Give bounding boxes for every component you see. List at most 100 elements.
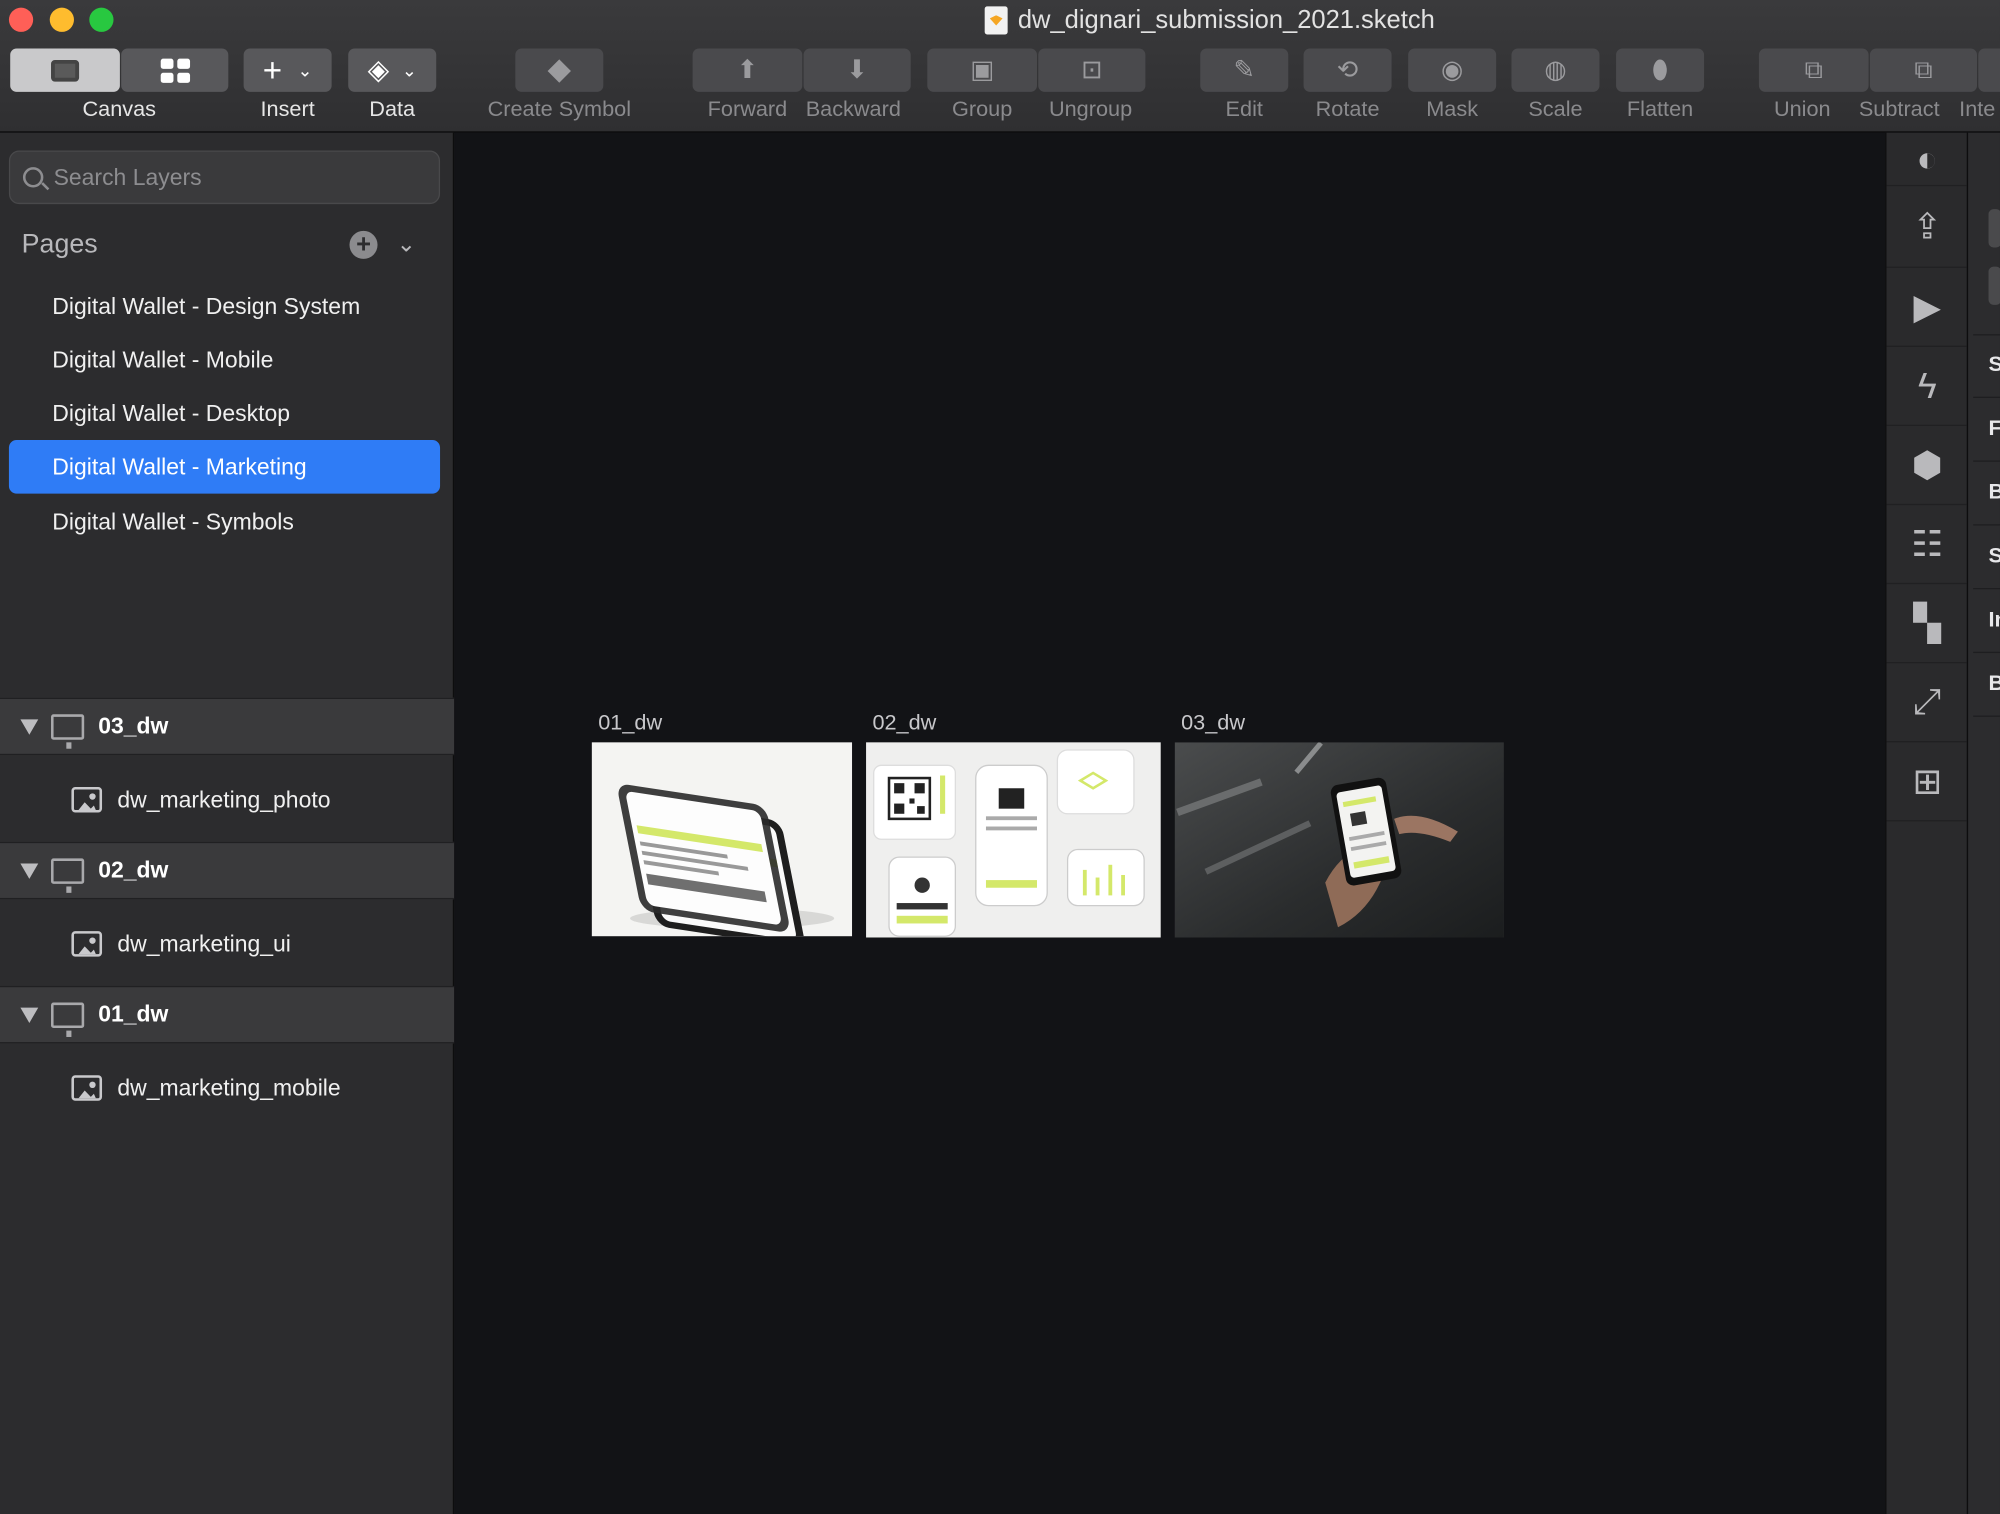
group-icon: ▣	[970, 56, 995, 85]
union-label: Union	[1773, 96, 1831, 122]
ungroup-label: Ungroup	[1048, 96, 1133, 122]
intersect-label: Inte	[1959, 96, 1996, 122]
disclosure-triangle-icon[interactable]	[20, 1007, 39, 1023]
flatten-button[interactable]: ⬮	[1616, 48, 1705, 92]
layer-group-01-dw[interactable]: 01_dw	[0, 985, 455, 1044]
data-button[interactable]: ◈ ⌄	[348, 48, 437, 92]
layer-label: dw_marketing_ui	[117, 930, 291, 956]
rotate-button[interactable]: ⟲	[1303, 48, 1392, 92]
disclosure-triangle-icon[interactable]	[20, 862, 39, 879]
edit-label: Edit	[1225, 96, 1263, 122]
inspector-divider	[1973, 588, 2000, 590]
ui-screens-mockup-image	[873, 749, 1145, 937]
scale-label: Scale	[1528, 96, 1583, 122]
close-window-button[interactable]	[8, 7, 34, 32]
disclosure-triangle-icon[interactable]	[20, 718, 39, 735]
canvas-view-button[interactable]	[10, 48, 120, 92]
forward-button[interactable]: ⬆	[692, 48, 803, 92]
grid-icon	[160, 58, 190, 83]
canvas-icon	[51, 59, 80, 81]
scale-icon: ◍	[1544, 56, 1567, 85]
backward-label: Backward	[805, 96, 901, 122]
symbol-diamond-icon: ◆	[547, 52, 572, 87]
inspector-divider	[1973, 460, 2000, 462]
layer-group-02-dw[interactable]: 02_dw	[0, 841, 455, 900]
inspector-section-label: In	[1988, 607, 2000, 632]
create-symbol-button[interactable]: ◆	[515, 48, 604, 92]
canvas[interactable]: 01_dw 02_dw 03_dw	[455, 132, 1886, 1514]
artboard-title-03-dw[interactable]: 03_dw	[1181, 710, 1245, 736]
artboard-03-dw[interactable]	[1174, 742, 1504, 938]
chevron-down-icon[interactable]: ⌄	[397, 231, 416, 258]
artboard-icon	[51, 857, 85, 893]
marketing-photo-image	[1174, 742, 1504, 938]
add-page-icon[interactable]: +	[349, 230, 378, 259]
inspector-divider	[1973, 334, 2000, 336]
ungroup-button[interactable]: ⊡	[1038, 48, 1146, 92]
artboard-title-01-dw[interactable]: 01_dw	[598, 710, 662, 736]
pages-header: Pages	[21, 229, 98, 259]
intersect-button[interactable]	[1978, 48, 2000, 92]
image-icon	[71, 786, 103, 813]
image-icon	[71, 931, 103, 957]
resize-icon[interactable]: ⤢	[1886, 663, 1969, 743]
search-input[interactable]	[53, 163, 398, 191]
insert-button[interactable]: + ⌄	[243, 48, 332, 92]
insert-label: Insert	[260, 96, 315, 122]
flatten-icon: ⬮	[1652, 56, 1669, 85]
play-icon[interactable]: ▶	[1886, 268, 1969, 347]
inspector-section-label: B	[1989, 480, 2000, 506]
forward-label: Forward	[707, 96, 788, 122]
add-image-icon[interactable]: ⊞	[1886, 742, 1969, 822]
layer-dw-marketing-ui[interactable]: dw_marketing_ui	[0, 901, 454, 988]
components-view-button[interactable]	[121, 48, 229, 92]
edit-button[interactable]: ✎	[1200, 48, 1289, 92]
inspector-section-label: S	[1989, 543, 2000, 569]
plus-icon: +	[262, 51, 283, 90]
union-icon: ⧉	[1804, 56, 1823, 85]
upload-icon[interactable]: ⇪	[1886, 186, 1969, 268]
union-button[interactable]: ⧉	[1758, 48, 1869, 92]
artboard-title-02-dw[interactable]: 02_dw	[872, 710, 936, 736]
scale-button[interactable]: ◍	[1511, 48, 1600, 92]
page-item-mobile[interactable]: Digital Wallet - Mobile	[9, 333, 440, 387]
hexagon-icon[interactable]: ⬢	[1886, 426, 1969, 506]
artboard-01-dw[interactable]	[591, 742, 853, 937]
group-button[interactable]: ▣	[927, 48, 1037, 92]
group-label: Group	[952, 96, 1013, 122]
subtract-button[interactable]: ⧉	[1869, 48, 1978, 92]
page-item-marketing[interactable]: Digital Wallet - Marketing	[8, 440, 441, 494]
artboard-02-dw[interactable]	[866, 742, 1161, 938]
page-item-desktop[interactable]: Digital Wallet - Desktop	[9, 386, 440, 440]
inspector-field[interactable]	[1988, 209, 2000, 248]
search-icon	[22, 167, 44, 188]
layer-dw-marketing-mobile[interactable]: dw_marketing_mobile	[0, 1045, 454, 1132]
mobile-mockup-image	[618, 784, 835, 937]
layer-dw-marketing-photo[interactable]: dw_marketing_photo	[0, 756, 454, 843]
inspector-divider	[1973, 651, 2000, 654]
layout-list-icon[interactable]: ☷	[1886, 505, 1969, 585]
layer-group-03-dw[interactable]: 03_dw	[0, 697, 455, 756]
page-item-symbols[interactable]: Digital Wallet - Symbols	[9, 495, 440, 549]
chevron-down-icon: ⌄	[401, 59, 417, 81]
sketch-document-icon	[984, 6, 1008, 35]
mask-button[interactable]: ◉	[1408, 48, 1497, 92]
rotate-icon: ⟲	[1336, 56, 1359, 85]
backward-button[interactable]: ⬇	[803, 48, 911, 92]
minimize-window-button[interactable]	[49, 7, 74, 32]
search-layers-field[interactable]	[8, 150, 441, 205]
layers-stack-icon: ◈	[367, 53, 390, 86]
toolbar: dw_dignari_submission_2021.sketch Canvas…	[0, 0, 2000, 133]
grid-select-icon[interactable]: ▚	[1886, 584, 1969, 664]
chevron-down-icon: ⌄	[297, 59, 313, 81]
subtract-icon: ⧉	[1914, 56, 1933, 85]
lightning-icon[interactable]: ϟ	[1886, 347, 1969, 427]
subtract-label: Subtract	[1858, 96, 1940, 122]
inspector-field[interactable]	[1988, 266, 2000, 305]
page-item-design-system[interactable]: Digital Wallet - Design System	[9, 279, 440, 333]
layer-group-label: 01_dw	[98, 1001, 169, 1027]
color-contrast-icon[interactable]: ◐	[1886, 133, 1969, 187]
layer-group-label: 03_dw	[98, 713, 169, 739]
artboard-icon	[51, 713, 85, 749]
zoom-window-button[interactable]	[89, 7, 114, 32]
